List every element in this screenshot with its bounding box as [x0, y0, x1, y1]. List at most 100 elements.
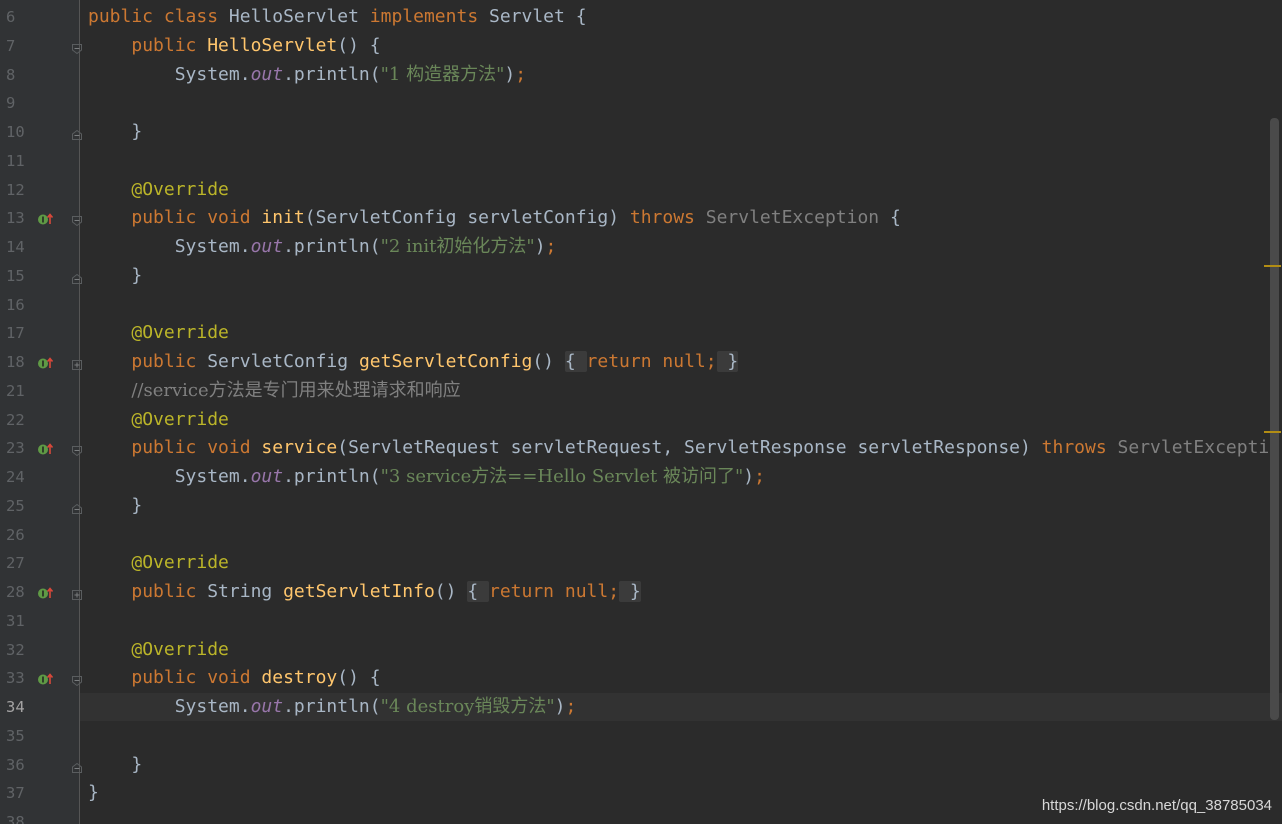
code-row[interactable]: 10 }: [0, 118, 1282, 146]
code-token: ServletConfig: [207, 351, 359, 372]
code-row[interactable]: 28 I public String getServletInfo() { ret…: [0, 578, 1282, 606]
implements-method-icon[interactable]: I: [37, 211, 54, 225]
code-row[interactable]: 36 }: [0, 751, 1282, 779]
code-token: () {: [337, 667, 381, 689]
warning-stripe-marker[interactable]: [1264, 265, 1281, 267]
code-line-text[interactable]: public ServletConfig getServletConfig() …: [88, 348, 739, 376]
code-row[interactable]: 35: [0, 722, 1282, 750]
code-row[interactable]: 8 System.out.println("1 构造器方法");: [0, 61, 1282, 89]
code-token: out: [250, 236, 284, 257]
code-line-text[interactable]: public class HelloServlet implements Ser…: [88, 3, 587, 31]
implements-method-icon[interactable]: I: [37, 355, 54, 369]
implements-method-icon[interactable]: I: [37, 671, 54, 685]
code-token: throws: [1041, 437, 1118, 459]
code-token: out: [250, 466, 284, 487]
line-number: 34: [6, 698, 25, 716]
code-row[interactable]: 23 I public void service(ServletRequest s…: [0, 434, 1282, 462]
code-line-text[interactable]: public void destroy() {: [88, 664, 381, 692]
vertical-scrollbar[interactable]: [1270, 118, 1279, 720]
collapse-fold-icon[interactable]: [71, 212, 83, 227]
code-row[interactable]: 25 }: [0, 492, 1282, 520]
code-line-text[interactable]: @Override: [88, 636, 229, 664]
watermark-url: https://blog.csdn.net/qq_38785034: [1041, 797, 1272, 814]
code-line-text[interactable]: }: [88, 118, 142, 146]
code-editor[interactable]: 6 public class HelloServlet implements Se…: [0, 0, 1282, 824]
line-number: 11: [6, 151, 25, 170]
code-token: .println(: [283, 63, 381, 85]
code-token: @Override: [131, 552, 229, 574]
code-row[interactable]: 12 @Override: [0, 176, 1282, 204]
code-row[interactable]: 22 @Override: [0, 406, 1282, 434]
line-number: 18: [6, 353, 25, 371]
code-line-text[interactable]: }: [88, 492, 142, 520]
code-token: {: [889, 207, 901, 229]
code-token: (ServletRequest servletRequest, ServletR…: [337, 437, 1042, 459]
code-row[interactable]: 13 I public void init(ServletConfig servl…: [0, 204, 1282, 232]
collapse-fold-icon[interactable]: [71, 759, 83, 773]
code-row[interactable]: 31: [0, 607, 1282, 635]
code-line-text[interactable]: public void service(ServletRequest servl…: [88, 434, 1269, 462]
collapse-fold-icon[interactable]: [71, 442, 83, 457]
code-row[interactable]: 33 I public void destroy() {: [0, 664, 1282, 692]
code-line-text[interactable]: }: [88, 751, 142, 779]
code-line-text[interactable]: @Override: [88, 406, 229, 434]
line-number: 10: [6, 123, 25, 141]
code-token: ;: [565, 696, 577, 717]
implements-method-icon[interactable]: I: [37, 441, 54, 455]
line-number: 26: [6, 525, 25, 544]
svg-text:I: I: [42, 590, 45, 599]
code-line-text[interactable]: }: [88, 779, 99, 807]
collapse-fold-icon[interactable]: [71, 126, 83, 140]
code-token: public void: [131, 437, 262, 459]
code-line-text[interactable]: System.out.println("3 service方法==Hello S…: [88, 463, 765, 491]
collapse-fold-icon[interactable]: [71, 672, 83, 687]
collapse-fold-icon[interactable]: [71, 270, 83, 284]
expand-fold-icon[interactable]: [71, 586, 83, 600]
line-number: 32: [6, 640, 25, 659]
code-row[interactable]: 18 I public ServletConfig getServletConfi…: [0, 348, 1282, 376]
code-row[interactable]: 24 System.out.println("3 service方法==Hell…: [0, 463, 1282, 491]
code-row[interactable]: 17 @Override: [0, 319, 1282, 347]
code-token: }: [619, 581, 641, 602]
code-token: "3 service方法==Hello Servlet 被访问了": [380, 466, 744, 487]
code-row[interactable]: 27 @Override: [0, 549, 1282, 577]
code-token: }: [88, 121, 143, 142]
code-token: ): [534, 236, 546, 257]
code-token: out: [250, 63, 284, 85]
code-token: public class: [88, 6, 229, 27]
expand-fold-icon[interactable]: [71, 356, 83, 370]
line-number: 16: [6, 295, 25, 314]
code-row[interactable]: 34 System.out.println("4 destroy销毁方法");: [0, 693, 1282, 721]
code-line-text[interactable]: public void init(ServletConfig servletCo…: [88, 204, 901, 232]
code-line-text[interactable]: @Override: [88, 549, 229, 577]
code-token: getServletInfo: [283, 581, 435, 602]
code-line-text[interactable]: System.out.println("4 destroy销毁方法");: [88, 693, 577, 721]
code-token: public void: [131, 207, 262, 229]
code-row[interactable]: 11: [0, 147, 1282, 175]
code-row[interactable]: 7 public HelloServlet() {: [0, 32, 1282, 60]
line-number: 28: [6, 583, 25, 601]
code-line-text[interactable]: //service方法是专门用来处理请求和响应: [88, 377, 460, 405]
warning-stripe-marker[interactable]: [1264, 431, 1281, 433]
code-line-text[interactable]: public String getServletInfo() { return …: [88, 578, 641, 606]
code-line-text[interactable]: public HelloServlet() {: [88, 32, 380, 60]
code-row[interactable]: 32 @Override: [0, 636, 1282, 664]
code-line-text[interactable]: System.out.println("2 init初始化方法");: [88, 233, 557, 261]
line-number: 21: [6, 381, 25, 400]
code-line-text[interactable]: }: [88, 262, 142, 290]
code-row[interactable]: 6 public class HelloServlet implements Se…: [0, 3, 1282, 31]
code-row[interactable]: 15 }: [0, 262, 1282, 290]
code-row[interactable]: 14 System.out.println("2 init初始化方法");: [0, 233, 1282, 261]
code-row[interactable]: 9: [0, 89, 1282, 117]
collapse-fold-icon[interactable]: [71, 500, 83, 514]
code-token: throws: [629, 207, 706, 229]
code-line-text[interactable]: @Override: [88, 319, 229, 347]
code-row[interactable]: 26: [0, 521, 1282, 549]
code-line-text[interactable]: @Override: [88, 176, 229, 204]
code-row[interactable]: 21 //service方法是专门用来处理请求和响应: [0, 377, 1282, 405]
implements-method-icon[interactable]: I: [37, 585, 54, 599]
collapse-fold-icon[interactable]: [71, 40, 83, 54]
code-row[interactable]: 16: [0, 291, 1282, 319]
code-line-text[interactable]: System.out.println("1 构造器方法");: [88, 61, 526, 89]
